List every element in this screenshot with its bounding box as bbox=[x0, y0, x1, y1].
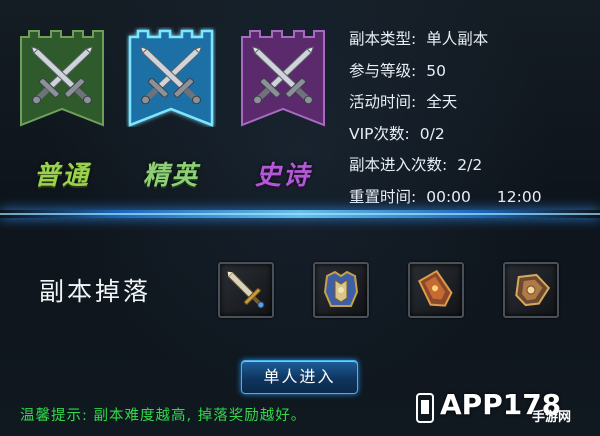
mode-label-epic: 史诗 bbox=[254, 161, 311, 191]
phone-logo-icon bbox=[416, 393, 434, 423]
section-divider-highlight bbox=[0, 213, 600, 215]
mode-label-elite: 精英 bbox=[142, 161, 199, 191]
info-row-reset: 重置时间: 00:00 12:00 bbox=[349, 182, 542, 214]
armor-item-icon bbox=[323, 270, 359, 307]
banner-flag-normal bbox=[20, 30, 104, 127]
info-row-time: 活动时间: 全天 bbox=[349, 87, 542, 119]
info-row-type: 副本类型: 单人副本 bbox=[349, 24, 542, 56]
vip-label: VIP次数: bbox=[349, 124, 410, 143]
enter-count-value: 2/2 bbox=[457, 156, 483, 174]
type-value: 单人副本 bbox=[426, 30, 489, 48]
reset-label: 重置时间: bbox=[349, 187, 417, 206]
level-label: 参与等级: bbox=[349, 61, 417, 80]
dungeon-info: 副本类型: 单人副本 参与等级: 50 活动时间: 全天 VIP次数: 0/2 副本进入… bbox=[349, 24, 542, 213]
time-label: 活动时间: bbox=[349, 93, 417, 111]
drops-title: 副本掉落 bbox=[39, 277, 152, 306]
drop-slot-2[interactable] bbox=[313, 262, 369, 318]
vip-value: 0/2 bbox=[419, 124, 445, 143]
reset-value-1: 00:00 bbox=[426, 187, 471, 206]
banner-flag-elite bbox=[128, 29, 214, 127]
gauntlet-item-icon bbox=[418, 269, 453, 307]
hint-text: 温馨提示: 副本难度越高, 掉落奖励越好。 bbox=[20, 408, 307, 424]
reset-value-2: 12:00 bbox=[496, 187, 542, 206]
mode-banner-epic[interactable]: 史诗 bbox=[238, 27, 328, 191]
mode-label-normal: 普通 bbox=[33, 161, 90, 191]
drop-slot-4[interactable] bbox=[503, 262, 559, 318]
enter-count-label: 副本进入次数: bbox=[349, 156, 448, 174]
watermark-sub: 手游网 bbox=[532, 410, 572, 425]
single-enter-button[interactable]: 单人进入 bbox=[241, 360, 358, 394]
accessory-item-icon bbox=[515, 273, 551, 307]
time-value: 全天 bbox=[426, 93, 458, 111]
type-label: 副本类型: bbox=[349, 30, 417, 48]
sword-item-icon bbox=[227, 271, 265, 309]
banner-flag-epic bbox=[241, 30, 325, 127]
mode-banner-normal[interactable]: 普通 bbox=[17, 27, 107, 191]
level-value: 50 bbox=[426, 61, 446, 80]
info-row-level: 参与等级: 50 bbox=[349, 56, 542, 88]
site-watermark: APP178 手游网 bbox=[412, 388, 588, 430]
drop-slot-1[interactable] bbox=[218, 262, 274, 318]
mode-banner-elite[interactable]: 精英 bbox=[126, 27, 216, 191]
info-row-vip: VIP次数: 0/2 bbox=[349, 119, 542, 151]
info-row-enter-count: 副本进入次数: 2/2 bbox=[349, 150, 542, 182]
drop-slot-3[interactable] bbox=[408, 262, 464, 318]
